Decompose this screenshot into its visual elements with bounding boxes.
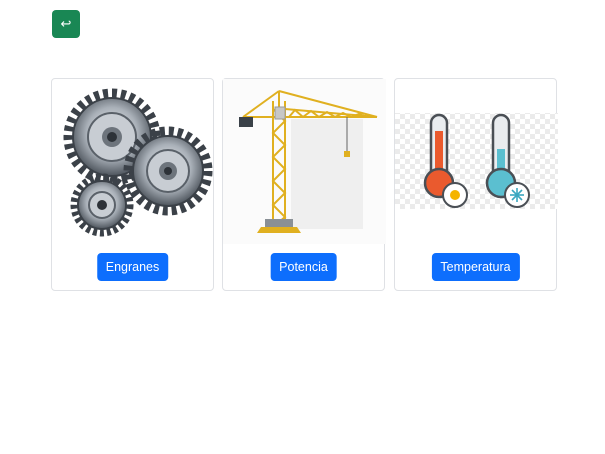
thermometers-image bbox=[395, 79, 558, 244]
crane-image bbox=[223, 79, 386, 244]
potencia-button[interactable]: Potencia bbox=[270, 253, 337, 281]
card-engranes: Engranes bbox=[51, 78, 214, 291]
back-button[interactable]: ↩ bbox=[52, 10, 80, 38]
engranes-button[interactable]: Engranes bbox=[96, 253, 169, 281]
card-temperatura: Temperatura bbox=[394, 78, 558, 291]
return-arrow-icon: ↩ bbox=[60, 16, 72, 32]
temperatura-button[interactable]: Temperatura bbox=[431, 253, 520, 281]
gears-image bbox=[52, 79, 215, 244]
card-potencia: Potencia bbox=[222, 78, 386, 291]
